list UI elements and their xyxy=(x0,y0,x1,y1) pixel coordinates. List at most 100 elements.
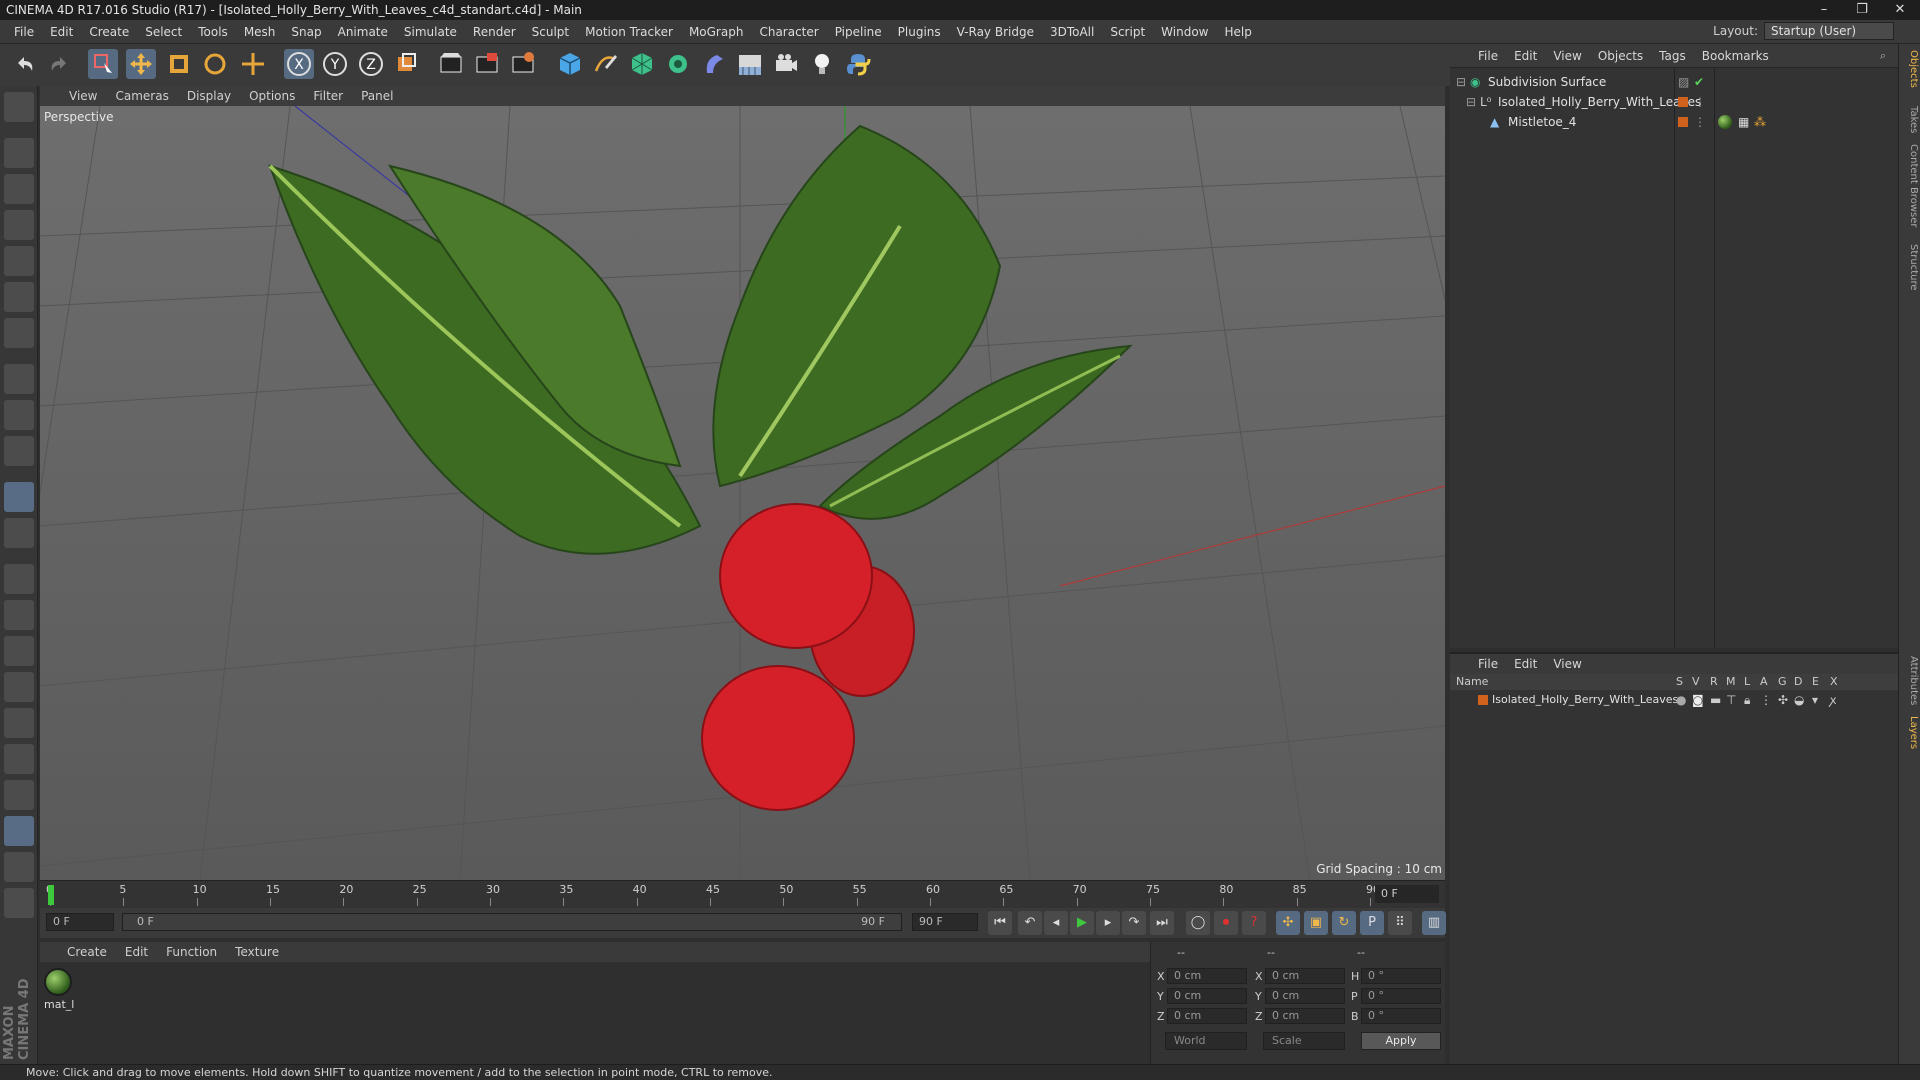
end-frame-field[interactable]: 90 F xyxy=(912,913,978,931)
frame-range-slider[interactable]: 0 F 90 F xyxy=(122,913,902,931)
layer-view-icon[interactable]: ◙ xyxy=(1692,690,1704,710)
search-icon[interactable]: ⌕ xyxy=(1880,49,1886,63)
brush-tool-3-icon[interactable] xyxy=(4,636,34,666)
current-frame-field[interactable]: 0 F xyxy=(1375,885,1439,903)
layer-deformer-icon[interactable]: ◒ xyxy=(1794,690,1804,710)
objects-menu-view[interactable]: View xyxy=(1545,49,1589,63)
rotation-h-field[interactable]: 0 ° xyxy=(1361,968,1441,984)
column-expressions[interactable]: E xyxy=(1812,674,1819,690)
objects-menu-edit[interactable]: Edit xyxy=(1506,49,1545,63)
layers-menu-view[interactable]: View xyxy=(1545,657,1589,671)
layer-xref-icon[interactable]: ꭗ xyxy=(1830,690,1836,710)
position-x-field[interactable]: 0 cm xyxy=(1167,968,1247,984)
menu-plugins[interactable]: Plugins xyxy=(890,25,949,39)
render-picture-viewer-icon[interactable] xyxy=(472,49,502,79)
size-x-field[interactable]: 0 cm xyxy=(1265,968,1345,984)
phong-tag-icon[interactable]: ⁂ xyxy=(1754,112,1766,132)
cube-primitive-icon[interactable] xyxy=(555,49,585,79)
column-solo[interactable]: S xyxy=(1676,674,1683,690)
layers-menu-edit[interactable]: Edit xyxy=(1506,657,1545,671)
menu-mesh[interactable]: Mesh xyxy=(236,25,284,39)
rotation-b-field[interactable]: 0 ° xyxy=(1361,1008,1441,1024)
python-script-icon[interactable] xyxy=(843,49,873,79)
visibility-dots-icon[interactable]: ⋮ xyxy=(1694,112,1706,132)
layer-generator-icon[interactable]: ✣ xyxy=(1778,690,1788,710)
menu-sculpt[interactable]: Sculpt xyxy=(524,25,577,39)
menu-render[interactable]: Render xyxy=(465,25,524,39)
next-key-icon[interactable]: ↷ xyxy=(1122,911,1146,935)
menu-motion-tracker[interactable]: Motion Tracker xyxy=(577,25,681,39)
previous-key-icon[interactable]: ↶ xyxy=(1018,911,1042,935)
column-generators[interactable]: G xyxy=(1778,674,1787,690)
menu-script[interactable]: Script xyxy=(1102,25,1153,39)
menu-simulate[interactable]: Simulate xyxy=(396,25,465,39)
visibility-dots-icon[interactable]: ▨ xyxy=(1678,72,1689,92)
texture-tag-icon[interactable]: ▦ xyxy=(1738,112,1749,132)
position-z-field[interactable]: 0 cm xyxy=(1167,1008,1247,1024)
timeline-layout-icon[interactable]: ▥ xyxy=(1422,911,1446,935)
python-icon[interactable] xyxy=(4,888,34,918)
column-view[interactable]: V xyxy=(1692,674,1700,690)
column-manager[interactable]: M xyxy=(1726,674,1736,690)
layer-color-swatch[interactable] xyxy=(1678,97,1688,107)
objects-menu-file[interactable]: File xyxy=(1470,49,1506,63)
menu-select[interactable]: Select xyxy=(137,25,190,39)
y-axis-lock-icon[interactable]: Y xyxy=(320,49,350,79)
expand-icon[interactable]: ⊟ xyxy=(1456,72,1466,92)
layers-menu-file[interactable]: File xyxy=(1470,657,1506,671)
scale-tool-icon[interactable] xyxy=(164,49,194,79)
visibility-dots-icon[interactable]: ⋮ xyxy=(1694,92,1706,112)
layer-render-icon[interactable]: ▬ xyxy=(1710,690,1721,710)
brush-tool-6-icon[interactable] xyxy=(4,744,34,774)
layer-solo-icon[interactable]: ● xyxy=(1676,690,1686,710)
light-icon[interactable] xyxy=(807,49,837,79)
brush-tool-1-icon[interactable] xyxy=(4,564,34,594)
material-menu-create[interactable]: Create xyxy=(58,945,116,959)
menu-create[interactable]: Create xyxy=(81,25,137,39)
expand-icon[interactable]: ⊟ xyxy=(1466,92,1476,112)
coordinate-space-dropdown[interactable]: World xyxy=(1165,1032,1247,1050)
previous-frame-icon[interactable]: ◂ xyxy=(1044,911,1068,935)
record-keys-icon[interactable]: ◯ xyxy=(1186,911,1210,935)
layout-dropdown[interactable]: Startup (User) xyxy=(1764,22,1894,40)
snap-icon[interactable] xyxy=(4,436,34,466)
menu-pipeline[interactable]: Pipeline xyxy=(827,25,890,39)
deformer-bend-icon[interactable] xyxy=(699,49,729,79)
menu-mograph[interactable]: MoGraph xyxy=(681,25,752,39)
material-tag-icon[interactable] xyxy=(1718,115,1732,129)
menu-snap[interactable]: Snap xyxy=(283,25,329,39)
x-axis-lock-icon[interactable]: X xyxy=(284,49,314,79)
brush-tool-7-icon[interactable] xyxy=(4,780,34,810)
tab-layers[interactable]: Layers xyxy=(1901,716,1919,749)
subdivision-surface-icon[interactable] xyxy=(627,49,657,79)
size-y-field[interactable]: 0 cm xyxy=(1265,988,1345,1004)
size-mode-dropdown[interactable]: Scale xyxy=(1263,1032,1345,1050)
viewport-menu-panel[interactable]: Panel xyxy=(352,89,402,103)
tree-row-mistletoe[interactable]: ▲ Mistletoe_4 ⋮ ▦ ⁂ xyxy=(1450,112,1898,132)
brush-tool-2-icon[interactable] xyxy=(4,600,34,630)
material-name[interactable]: mat_l xyxy=(44,998,74,1011)
column-render[interactable]: R xyxy=(1710,674,1718,690)
keyframe-selection-icon[interactable]: ? xyxy=(1242,911,1266,935)
brush-tool-5-icon[interactable] xyxy=(4,708,34,738)
go-to-start-icon[interactable]: ⏮ xyxy=(988,911,1012,935)
render-settings-icon[interactable] xyxy=(508,49,538,79)
spline-pen-icon[interactable] xyxy=(591,49,621,79)
menu-edit[interactable]: Edit xyxy=(42,25,81,39)
layer-color-swatch[interactable] xyxy=(1478,695,1488,705)
timeline-ruler[interactable]: 051015202530354045505560657075808590 0 F xyxy=(40,880,1445,908)
autokey-icon[interactable]: ⏺ xyxy=(1214,911,1238,935)
layer-expression-icon[interactable]: ▾ xyxy=(1812,690,1818,710)
menu-3dtoall[interactable]: 3DToAll xyxy=(1042,25,1102,39)
layer-row[interactable]: Isolated_Holly_Berry_With_Leaves ● ◙ ▬ ⊤… xyxy=(1450,690,1898,710)
close-button[interactable]: ✕ xyxy=(1886,0,1914,20)
workplane-icon[interactable] xyxy=(4,518,34,548)
magnet-icon[interactable] xyxy=(4,482,34,512)
tweak-mode-icon[interactable] xyxy=(4,400,34,430)
rotation-p-field[interactable]: 0 ° xyxy=(1361,988,1441,1004)
viewport-menu-cameras[interactable]: Cameras xyxy=(106,89,177,103)
transform-tool-icon[interactable] xyxy=(238,49,268,79)
points-mode-icon[interactable] xyxy=(4,246,34,276)
material-menu-function[interactable]: Function xyxy=(157,945,226,959)
camera-icon[interactable] xyxy=(771,49,801,79)
